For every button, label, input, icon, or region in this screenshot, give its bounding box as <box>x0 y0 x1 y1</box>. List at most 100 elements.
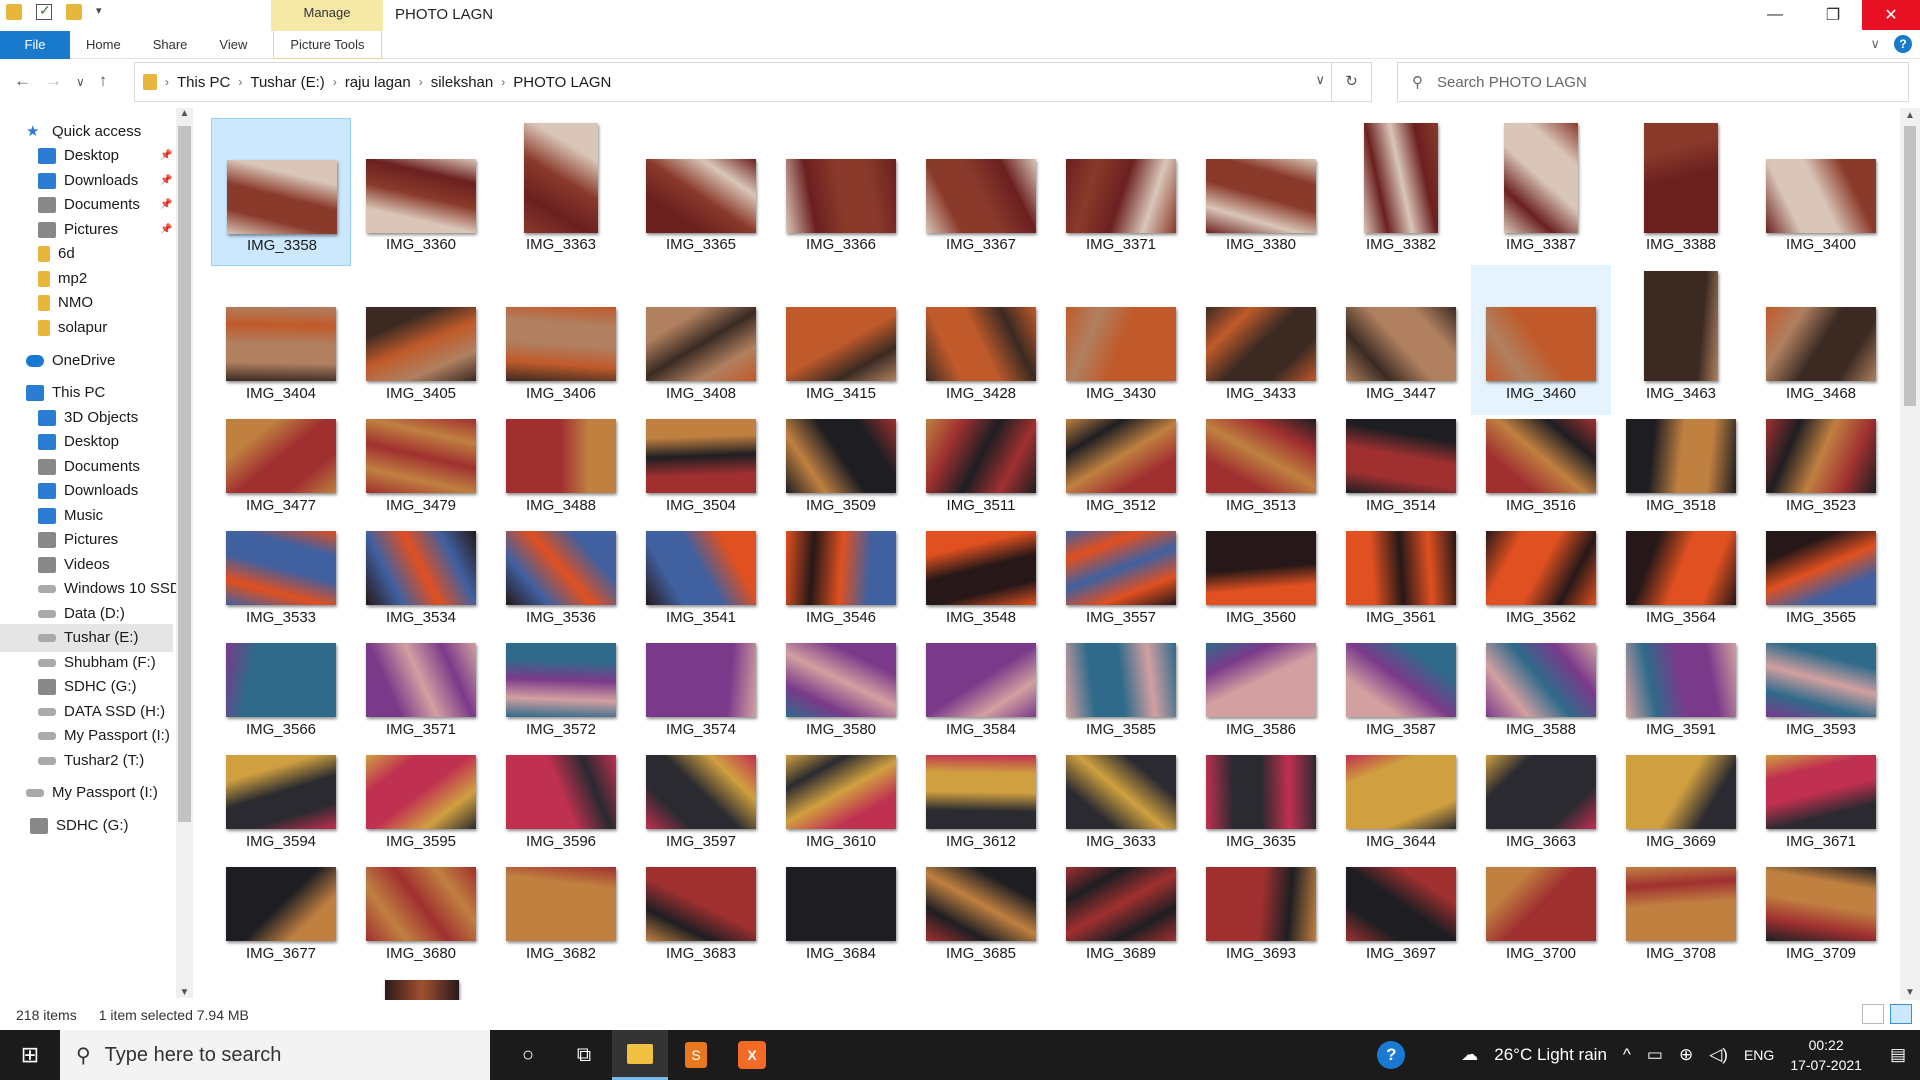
taskbar-search[interactable]: ⚲ Type here to search <box>60 1030 490 1080</box>
file-item[interactable]: IMG_3406 <box>491 265 631 415</box>
up-icon[interactable]: ↑ <box>99 71 108 93</box>
file-item[interactable]: IMG_3363 <box>491 118 631 266</box>
expand-ribbon-icon[interactable]: ∨ <box>1870 36 1880 52</box>
file-item[interactable]: IMG_3560 <box>1191 531 1331 639</box>
file-item[interactable]: IMG_3571 <box>351 643 491 751</box>
nav-item[interactable]: Documents 📌 <box>0 191 172 219</box>
tab-share[interactable]: Share <box>137 31 204 59</box>
file-item[interactable]: IMG_3597 <box>631 755 771 863</box>
cortana-icon[interactable]: ○ <box>500 1030 556 1080</box>
windows-start-icon[interactable]: ⊞ <box>0 1030 60 1080</box>
tab-view[interactable]: View <box>203 31 263 59</box>
file-item[interactable]: IMG_3677 <box>211 867 351 975</box>
file-item[interactable]: IMG_3566 <box>211 643 351 751</box>
file-item[interactable]: IMG_3680 <box>351 867 491 975</box>
file-item[interactable]: IMG_3367 <box>911 118 1051 266</box>
file-item[interactable]: IMG_3504 <box>631 419 771 527</box>
back-icon[interactable]: ← <box>14 71 31 93</box>
nav-item[interactable]: Tushar (E:) <box>0 624 173 652</box>
scroll-up-icon[interactable]: ▲ <box>176 108 193 119</box>
file-item[interactable]: IMG_3633 <box>1051 755 1191 863</box>
file-item[interactable]: IMG_3574 <box>631 643 771 751</box>
file-item[interactable]: IMG_3405 <box>351 265 491 415</box>
file-item[interactable]: IMG_3365 <box>631 118 771 266</box>
file-item[interactable]: IMG_3596 <box>491 755 631 863</box>
refresh-icon[interactable]: ↻ <box>1331 63 1371 101</box>
file-item[interactable]: IMG_3447 <box>1331 265 1471 415</box>
file-item[interactable]: IMG_3689 <box>1051 867 1191 975</box>
file-item[interactable]: IMG_3585 <box>1051 643 1191 751</box>
file-item[interactable]: IMG_3669 <box>1611 755 1751 863</box>
file-item[interactable]: IMG_3512 <box>1051 419 1191 527</box>
file-item[interactable]: IMG_3380 <box>1191 118 1331 266</box>
file-item[interactable]: IMG_3415 <box>771 265 911 415</box>
file-item[interactable]: IMG_3708 <box>1611 867 1751 975</box>
file-item[interactable]: IMG_3408 <box>631 265 771 415</box>
file-item[interactable]: IMG_3682 <box>491 867 631 975</box>
scrollbar-thumb[interactable] <box>178 126 191 822</box>
tab-home[interactable]: Home <box>70 31 137 59</box>
scroll-down-icon[interactable]: ▼ <box>1900 987 1920 998</box>
nav-item[interactable]: My Passport (I:) <box>0 779 158 807</box>
file-item[interactable]: IMG_3468 <box>1751 265 1891 415</box>
file-item[interactable]: IMG_3557 <box>1051 531 1191 639</box>
file-item[interactable]: IMG_3595 <box>351 755 491 863</box>
chevron-right-icon[interactable]: › <box>333 75 337 89</box>
file-item[interactable]: IMG_3610 <box>771 755 911 863</box>
scroll-down-icon[interactable]: ▼ <box>176 987 193 998</box>
nav-item[interactable]: My Passport (I:) <box>0 722 170 750</box>
file-item[interactable]: IMG_3635 <box>1191 755 1331 863</box>
nav-item[interactable]: SDHC (G:) <box>0 812 129 840</box>
address-bar[interactable]: › This PC › Tushar (E:) › raju lagan › s… <box>134 62 1372 102</box>
nav-item[interactable]: solapur <box>0 314 107 342</box>
large-icons-view-button[interactable] <box>1890 1004 1912 1024</box>
file-item[interactable]: IMG_3644 <box>1331 755 1471 863</box>
nav-item[interactable]: SDHC (G:) <box>0 673 137 701</box>
file-item[interactable]: IMG_3488 <box>491 419 631 527</box>
file-item[interactable]: IMG_3400 <box>1751 118 1891 266</box>
file-item[interactable]: IMG_3700 <box>1471 867 1611 975</box>
file-item[interactable]: IMG_3360 <box>351 118 491 266</box>
file-item[interactable]: IMG_3514 <box>1331 419 1471 527</box>
file-item[interactable]: IMG_3580 <box>771 643 911 751</box>
file-item[interactable]: IMG_3561 <box>1331 531 1471 639</box>
nav-item[interactable]: NMO <box>0 289 93 317</box>
xampp-taskbar-button[interactable]: X <box>724 1030 780 1080</box>
new-folder-icon[interactable] <box>66 4 82 20</box>
breadcrumb-raju-lagan[interactable]: raju lagan <box>345 74 411 91</box>
file-item[interactable]: IMG_3404 <box>211 265 351 415</box>
chevron-right-icon[interactable]: › <box>419 75 423 89</box>
nav-item[interactable]: Desktop 📌 <box>0 142 172 170</box>
photo-thumbnail[interactable] <box>385 980 459 1000</box>
file-item[interactable]: IMG_3586 <box>1191 643 1331 751</box>
weather-cloud-icon[interactable]: ☁ <box>1461 1045 1478 1065</box>
file-item[interactable]: IMG_3433 <box>1191 265 1331 415</box>
network-icon[interactable]: ⊕ <box>1679 1045 1693 1065</box>
file-item[interactable]: IMG_3684 <box>771 867 911 975</box>
breadcrumb-this-pc[interactable]: This PC <box>177 74 230 91</box>
file-item[interactable]: IMG_3584 <box>911 643 1051 751</box>
file-item[interactable]: IMG_3709 <box>1751 867 1891 975</box>
file-item[interactable]: IMG_3518 <box>1611 419 1751 527</box>
chevron-right-icon[interactable]: › <box>165 75 169 89</box>
search-input[interactable]: Search PHOTO LAGN <box>1437 74 1587 91</box>
chevron-right-icon[interactable]: › <box>238 75 242 89</box>
file-explorer-taskbar-button[interactable] <box>612 1030 668 1080</box>
file-item[interactable]: IMG_3387 <box>1471 118 1611 266</box>
help-icon[interactable]: ? <box>1377 1041 1406 1069</box>
chevron-down-icon[interactable]: ∨ <box>1315 72 1325 88</box>
file-item[interactable]: IMG_3683 <box>631 867 771 975</box>
navigation-scrollbar[interactable]: ▲ ▼ <box>176 108 193 998</box>
help-icon[interactable]: ? <box>1894 35 1912 53</box>
properties-icon[interactable] <box>36 2 52 20</box>
file-item[interactable]: IMG_3382 <box>1331 118 1471 266</box>
nav-item[interactable]: Desktop <box>0 428 119 456</box>
battery-icon[interactable]: ▭ <box>1647 1045 1663 1065</box>
file-item[interactable]: IMG_3479 <box>351 419 491 527</box>
weather-text[interactable]: 26°C Light rain <box>1494 1045 1607 1065</box>
scroll-up-icon[interactable]: ▲ <box>1900 110 1920 121</box>
breadcrumb-tushar[interactable]: Tushar (E:) <box>250 74 324 91</box>
file-item[interactable]: IMG_3594 <box>211 755 351 863</box>
file-item[interactable]: IMG_3593 <box>1751 643 1891 751</box>
minimize-button[interactable]: — <box>1746 0 1804 30</box>
